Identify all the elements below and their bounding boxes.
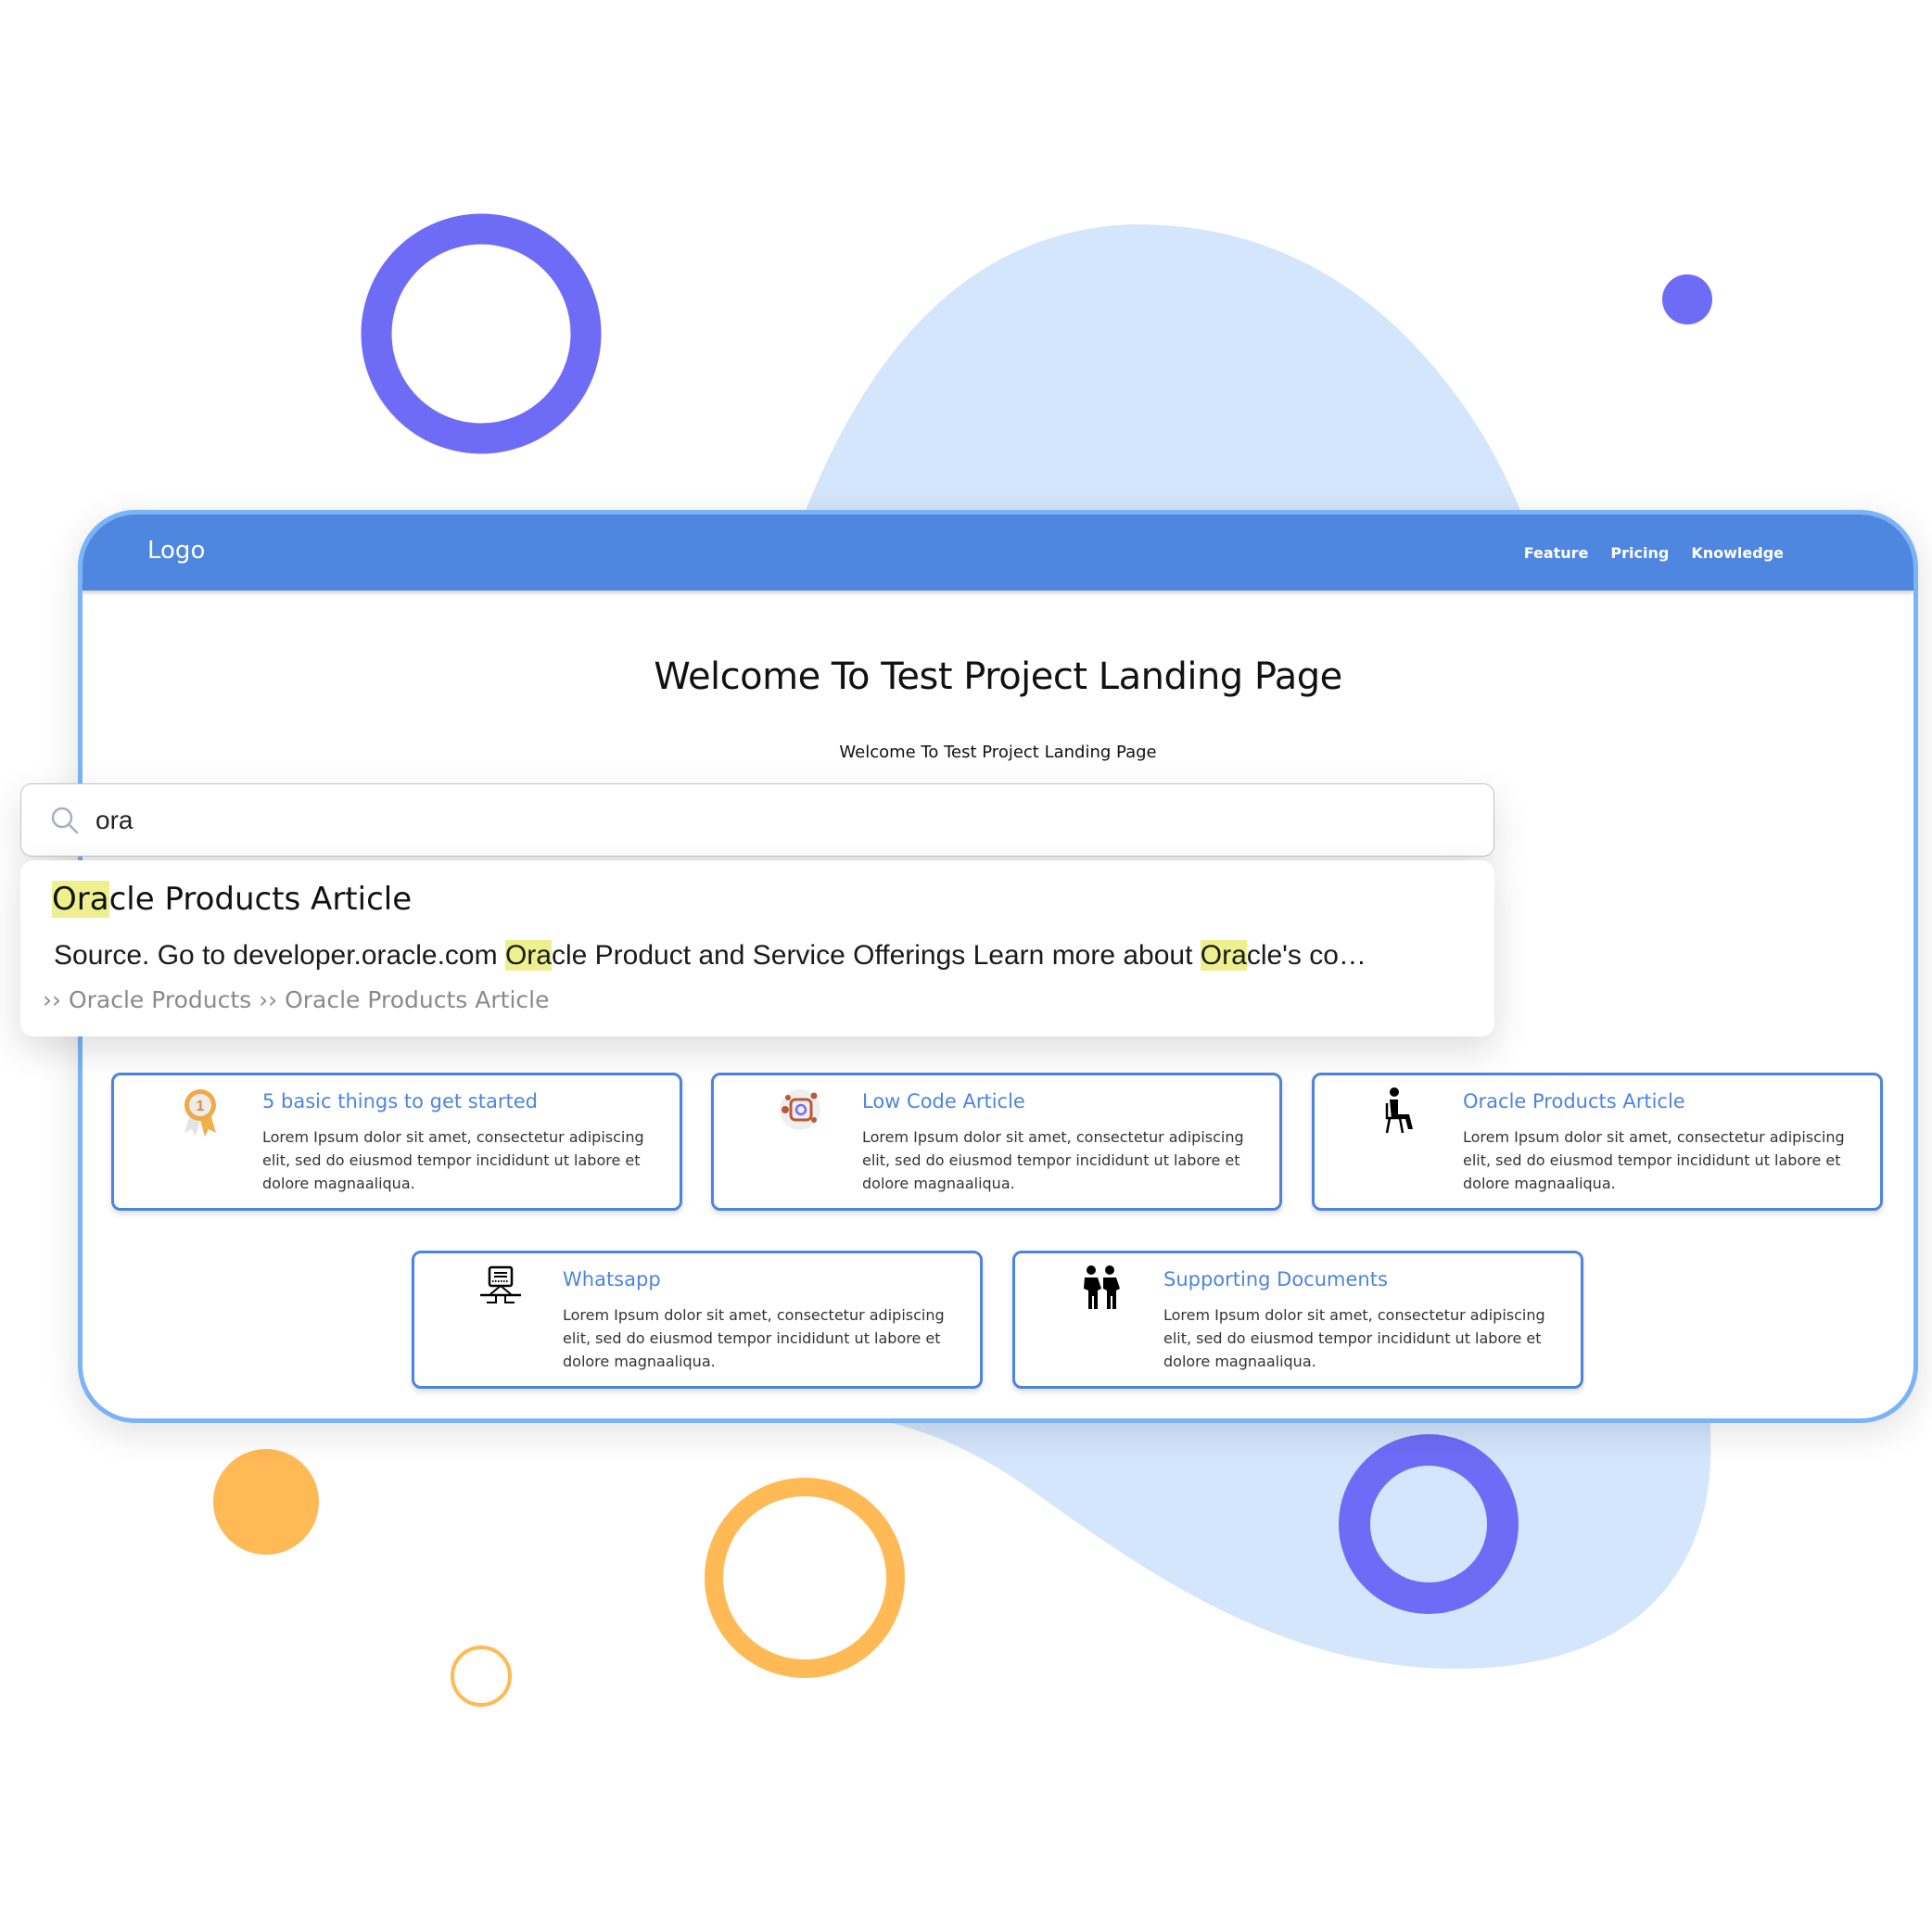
card-low-code-article[interactable]: Low Code Article Lorem Ipsum dolor sit a… <box>711 1073 1282 1211</box>
card-description: Lorem Ipsum dolor sit amet, consectetur … <box>1163 1306 1545 1370</box>
search-result-title[interactable]: Oracle Products Article <box>52 881 412 918</box>
page-subtitle: Welcome To Test Project Landing Page <box>839 743 1157 762</box>
decor-dot-purple <box>1662 274 1712 324</box>
card-description: Lorem Ipsum dolor sit amet, consectetur … <box>862 1128 1244 1192</box>
card-description: Lorem Ipsum dolor sit amet, consectetur … <box>262 1128 644 1192</box>
two-people-icon <box>1084 1265 1120 1309</box>
nav-knowledge[interactable]: Knowledge <box>1691 544 1784 562</box>
decor-dot-orange <box>213 1449 319 1555</box>
snippet-part: cle's co… <box>1246 940 1366 971</box>
card-description: Lorem Ipsum dolor sit amet, consectetur … <box>563 1306 945 1370</box>
nav-pricing[interactable]: Pricing <box>1610 544 1669 562</box>
svg-text:1: 1 <box>197 1099 205 1114</box>
search-result-snippet: Source. Go to developer.oracle.com Oracl… <box>54 940 1366 972</box>
match-highlight: Ora <box>52 881 109 918</box>
nav-feature[interactable]: Feature <box>1524 544 1589 562</box>
match-highlight: Ora <box>504 940 552 971</box>
card-5-basic-things[interactable]: 1 5 basic things to get started Lorem Ip… <box>111 1073 682 1211</box>
seated-person-icon <box>1385 1087 1413 1134</box>
result-title-rest: cle Products Article <box>108 881 413 918</box>
card-supporting-documents[interactable]: Supporting Documents Lorem Ipsum dolor s… <box>1012 1251 1583 1389</box>
search-result-breadcrumb[interactable]: ›› Oracle Products ›› Oracle Products Ar… <box>43 986 549 1013</box>
network-server-icon <box>480 1265 521 1303</box>
page-title: Welcome To Test Project Landing Page <box>654 655 1342 698</box>
award-medal-icon: 1 <box>184 1089 216 1137</box>
top-navbar: Logo Feature Pricing Knowledge <box>83 515 1913 591</box>
card-oracle-products-article[interactable]: Oracle Products Article Lorem Ipsum dolo… <box>1312 1073 1883 1211</box>
card-title: Oracle Products Article <box>1463 1090 1685 1112</box>
decor-ring-purple-large <box>361 213 602 454</box>
card-title: Supporting Documents <box>1163 1268 1388 1290</box>
search-input[interactable] <box>94 799 1395 842</box>
decor-ring-orange-large <box>705 1478 905 1678</box>
search-bar <box>20 783 1494 857</box>
search-results-dropdown: Oracle Products Article Source. Go to de… <box>20 860 1494 1036</box>
card-title: Low Code Article <box>862 1090 1025 1112</box>
decor-ring-orange-small <box>451 1646 512 1707</box>
snippet-part: cle Product and Service Offerings Learn … <box>551 940 1201 971</box>
card-whatsapp[interactable]: Whatsapp Lorem Ipsum dolor sit amet, con… <box>412 1251 983 1389</box>
nav-links: Feature Pricing Knowledge <box>1524 544 1784 562</box>
card-title: 5 basic things to get started <box>262 1090 538 1112</box>
social-media-icon <box>780 1089 820 1130</box>
search-icon <box>51 807 79 834</box>
snippet-part: Source. Go to developer.oracle.com <box>54 940 505 971</box>
logo[interactable]: Logo <box>147 537 205 565</box>
match-highlight: Ora <box>1200 940 1247 971</box>
card-title: Whatsapp <box>563 1268 661 1290</box>
card-description: Lorem Ipsum dolor sit amet, consectetur … <box>1463 1128 1845 1192</box>
